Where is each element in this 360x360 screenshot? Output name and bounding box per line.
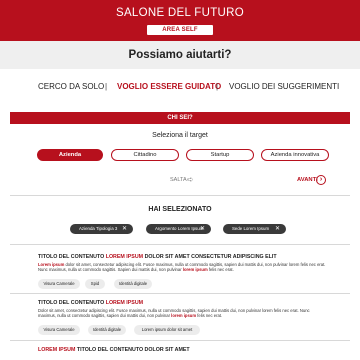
divider <box>10 195 350 196</box>
result-title-highlight: LOREM IPSUM <box>105 254 144 260</box>
target-option-startup[interactable]: Startup <box>186 149 254 161</box>
result-title-text: DOLOR SIT AMET CONSECTETUR ADIPISCING EL… <box>144 254 277 260</box>
tag[interactable]: Visura Camerale <box>38 324 80 335</box>
tag[interactable]: Visura Camerale <box>38 278 80 289</box>
help-title: Possiamo aiutarti? <box>128 49 232 61</box>
chip-label: Argomento Lorem Ipsum <box>155 226 204 231</box>
selected-chip[interactable]: Argomento Lorem Ipsum ✕ <box>146 224 211 234</box>
result-text-highlight: lorem ipsum <box>171 313 197 319</box>
result-description: Lorem ipsum dolor sit amet, consectetur … <box>38 262 326 273</box>
result-title-text: TITOLO DEL CONTENUTO DOLOR SIT AMET <box>76 347 190 353</box>
result-item[interactable]: LOREM IPSUM TITOLO DEL CONTENUTO DOLOR S… <box>38 347 326 353</box>
chip-label: Sede Lorem Ipsum <box>232 226 270 231</box>
help-band: Possiamo aiutarti? <box>0 41 360 69</box>
close-icon[interactable]: ✕ <box>275 224 280 234</box>
tag[interactable]: Identità digitale <box>114 278 152 289</box>
result-title-highlight: LOREM IPSUM <box>105 300 144 306</box>
header-bar: SALONE DEL FUTURO AREA SELF <box>0 0 360 41</box>
skip-arrow-icon[interactable]: ➪ <box>187 175 194 184</box>
result-text: dolor sit amet, consectetur adipiscing e… <box>38 262 326 273</box>
result-title-highlight: LOREM IPSUM <box>38 347 76 353</box>
result-title-text: TITOLO DEL CONTENUTO <box>38 254 105 260</box>
chevron-right-icon[interactable]: › <box>316 175 326 185</box>
result-text: felis nec erat. <box>197 313 223 319</box>
area-badge-label: AREA SELF <box>162 27 198 33</box>
selected-chip[interactable]: Azienda Tipologia 3 ✕ <box>70 224 133 234</box>
next-link[interactable]: AVANTI <box>297 177 318 183</box>
tag[interactable]: Lorem ipsum dolor sit amet <box>134 324 200 335</box>
selected-chip[interactable]: Sede Lorem Ipsum ✕ <box>223 224 286 234</box>
tab-voglio-dei-suggerimenti[interactable]: VOGLIO DEI SUGGERIMENTI <box>229 82 339 91</box>
close-icon[interactable]: ✕ <box>200 224 205 234</box>
result-text-highlight: Lorem ipsum <box>38 262 65 267</box>
result-title[interactable]: TITOLO DEL CONTENUTO LOREM IPSUM DOLOR S… <box>38 254 326 260</box>
tab-separator: | <box>105 82 108 91</box>
result-tags: Visura Camerale Identità digitale Lorem … <box>38 324 326 335</box>
target-label: Seleziona il target <box>152 132 208 139</box>
tab-voglio-essere-guidato[interactable]: VOGLIO ESSERE GUIDATO <box>117 82 221 91</box>
site-title: SALONE DEL FUTURO <box>115 7 244 19</box>
divider <box>10 244 350 245</box>
result-description: Dolor sit amet, consectetur adipiscing e… <box>38 308 326 319</box>
target-option-cittadino[interactable]: Cittadino <box>111 149 179 161</box>
target-option-azienda[interactable]: Azienda <box>37 149 103 161</box>
result-tags: Visura Camerale Spid Identità digitale <box>38 278 326 289</box>
result-text: felis nec erat. <box>208 267 234 273</box>
result-item[interactable]: TITOLO DEL CONTENUTO LOREM IPSUM DOLOR S… <box>38 254 326 289</box>
skip-link[interactable]: SALTA <box>170 177 187 183</box>
result-item[interactable]: TITOLO DEL CONTENUTO LOREM IPSUM Dolor s… <box>38 300 326 335</box>
selected-title: HAI SELEZIONATO <box>148 206 212 213</box>
tag[interactable]: Spid <box>85 278 105 289</box>
divider <box>10 293 350 294</box>
divider <box>10 340 350 341</box>
tab-separator: | <box>216 82 219 91</box>
area-badge: AREA SELF <box>147 25 213 35</box>
chip-label: Azienda Tipologia 3 <box>79 226 118 231</box>
result-title[interactable]: LOREM IPSUM TITOLO DEL CONTENUTO DOLOR S… <box>38 347 326 353</box>
close-icon[interactable]: ✕ <box>122 224 127 234</box>
result-text-highlight: lorem ipsum <box>182 267 208 273</box>
mode-tabs: CERCO DA SOLO | VOGLIO ESSERE GUIDATO | … <box>0 82 360 96</box>
target-option-azienda-innovativa[interactable]: Azienda innovativa <box>261 149 329 161</box>
result-title[interactable]: TITOLO DEL CONTENUTO LOREM IPSUM <box>38 300 326 306</box>
tag[interactable]: Identità digitale <box>88 324 126 335</box>
result-title-text: TITOLO DEL CONTENUTO <box>38 300 105 306</box>
section-title: CHI SEI? <box>167 115 193 121</box>
section-bar: CHI SEI? <box>10 112 350 124</box>
tab-cerco-da-solo[interactable]: CERCO DA SOLO <box>38 82 104 91</box>
